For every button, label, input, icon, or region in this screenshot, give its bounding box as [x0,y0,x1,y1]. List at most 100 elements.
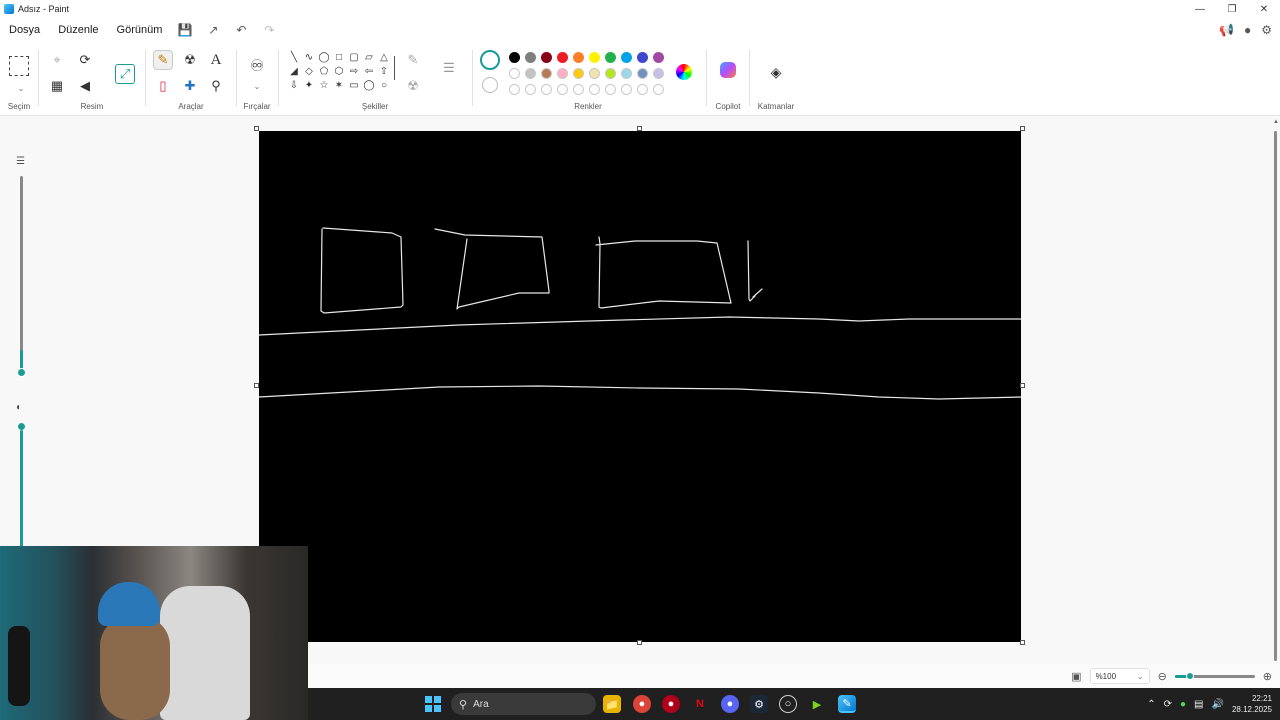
custom-color-slot[interactable] [605,84,616,95]
custom-color-slot[interactable] [573,84,584,95]
color-swatch[interactable] [557,68,568,79]
text-icon[interactable]: A [206,50,226,70]
callout-oval-shape-icon[interactable]: ◯ [362,78,376,92]
drawing-canvas[interactable] [259,131,1021,642]
app-circle-icon[interactable]: ○ [779,695,797,713]
brush-icon[interactable]: ♾ [247,56,267,76]
resize-handle-top-right[interactable] [1020,126,1025,131]
color-swatch[interactable] [589,68,600,79]
microphone-icon[interactable]: ● [1180,699,1186,710]
size-slider-knob[interactable] [17,368,26,377]
volume-icon[interactable]: 🔊 [1212,699,1224,710]
magnifier-icon[interactable]: ⚲ [206,76,226,96]
media-player-icon[interactable]: ▶ [808,695,826,713]
menu-edit[interactable]: Düzenle [49,24,107,36]
callout-cloud-shape-icon[interactable]: ○ [377,78,391,92]
custom-color-slot[interactable] [653,84,664,95]
triangle-shape-icon[interactable]: △ [377,50,391,64]
right-arrow-shape-icon[interactable]: ⇨ [347,64,361,78]
network-icon[interactable]: ▤ [1194,699,1203,710]
color-swatch[interactable] [653,68,664,79]
shapes-scrollbar[interactable] [394,56,395,80]
polygon-shape-icon[interactable]: ▱ [362,50,376,64]
settings-icon[interactable]: ⚙ [1261,23,1272,37]
taskbar-search[interactable]: ⚲ Ara [451,693,596,715]
fill-bucket-icon[interactable]: ☢ [180,50,200,70]
eraser-icon[interactable]: ▯ [153,76,173,96]
secondary-color-swatch[interactable] [482,77,498,93]
minimize-button[interactable]: — [1184,0,1216,18]
share-icon[interactable]: ↗ [199,23,227,37]
close-button[interactable]: ✕ [1248,0,1280,18]
zoom-slider[interactable] [1174,671,1255,680]
color-swatch[interactable] [653,52,664,63]
color-swatch[interactable] [525,52,536,63]
rectangle-shape-icon[interactable]: □ [332,50,346,64]
chevron-down-icon[interactable]: ⌄ [11,78,31,98]
custom-color-slot[interactable] [589,84,600,95]
custom-color-slot[interactable] [637,84,648,95]
primary-color-swatch[interactable] [480,50,500,70]
rotate-icon[interactable]: ⟳ [75,50,95,70]
sync-icon[interactable]: ⟳ [1164,699,1172,710]
layers-icon[interactable]: ◈ [766,62,786,82]
rounded-rectangle-shape-icon[interactable]: ▢ [347,50,361,64]
zoom-dropdown[interactable]: %100 ⌄ [1089,668,1150,684]
netflix-icon[interactable]: N [691,695,709,713]
redo-icon[interactable]: ↷ [255,23,283,37]
start-icon[interactable] [425,696,441,712]
custom-color-slot[interactable] [509,84,520,95]
steam-icon[interactable]: ⚙ [750,695,768,713]
custom-color-slot[interactable] [541,84,552,95]
color-swatch[interactable] [589,52,600,63]
copilot-icon[interactable] [720,62,736,78]
announcements-icon[interactable]: 📢 [1219,23,1234,37]
flip-icon[interactable]: ◀ [75,76,95,96]
file-explorer-icon[interactable]: 📁 [603,695,621,713]
scroll-up-icon[interactable]: ▲ [1273,119,1279,125]
zoom-in-icon[interactable]: ⊕ [1263,670,1272,683]
color-swatch[interactable] [557,52,568,63]
curve-shape-icon[interactable]: ∿ [302,50,316,64]
color-swatch[interactable] [509,52,520,63]
color-swatch[interactable] [573,68,584,79]
color-swatch[interactable] [573,52,584,63]
resize-handle-bottom[interactable] [637,640,642,645]
color-swatch[interactable] [605,68,616,79]
select-rectangle-icon[interactable] [9,56,29,76]
color-swatch[interactable] [525,68,536,79]
shape-fill-icon[interactable]: ☢ [403,76,423,96]
brush-size-icon[interactable]: ☰ [439,58,459,78]
custom-color-slot[interactable] [557,84,568,95]
pencil-icon[interactable]: ✎ [153,50,173,70]
image-resize-icon[interactable]: ⤢ [115,64,135,84]
left-arrow-shape-icon[interactable]: ⇦ [362,64,376,78]
save-icon[interactable]: 💾 [171,23,199,37]
resize-handle-bottom-right[interactable] [1020,640,1025,645]
color-swatch[interactable] [509,68,520,79]
color-swatch[interactable] [637,52,648,63]
down-arrow-shape-icon[interactable]: ⇩ [287,78,301,92]
zoom-slider-knob[interactable] [1185,671,1194,680]
color-swatch[interactable] [637,68,648,79]
five-point-star-shape-icon[interactable]: ☆ [317,78,331,92]
paint-taskbar-icon[interactable]: ✎ [838,695,856,713]
brushes-chevron-icon[interactable]: ⌄ [247,76,267,96]
color-swatch[interactable] [605,52,616,63]
callout-rect-shape-icon[interactable]: ▭ [347,78,361,92]
clock[interactable]: 22:21 28.12.2025 [1232,693,1272,715]
oval-shape-icon[interactable]: ◯ [317,50,331,64]
undo-icon[interactable]: ↶ [227,23,255,37]
opacity-slider-fill[interactable] [20,430,23,550]
show-hidden-icons-icon[interactable]: ⌃ [1147,699,1155,710]
color-picker-icon[interactable]: ✚ [180,76,200,96]
crop-icon[interactable]: ⌖ [47,50,67,70]
pentagon-shape-icon[interactable]: ⬠ [317,64,331,78]
color-swatch[interactable] [541,52,552,63]
custom-color-slot[interactable] [525,84,536,95]
chrome-icon[interactable]: ● [633,695,651,713]
color-swatch[interactable] [621,52,632,63]
color-swatch[interactable] [621,68,632,79]
size-slider-track[interactable] [20,176,23,376]
diamond-shape-icon[interactable]: ◇ [302,64,316,78]
